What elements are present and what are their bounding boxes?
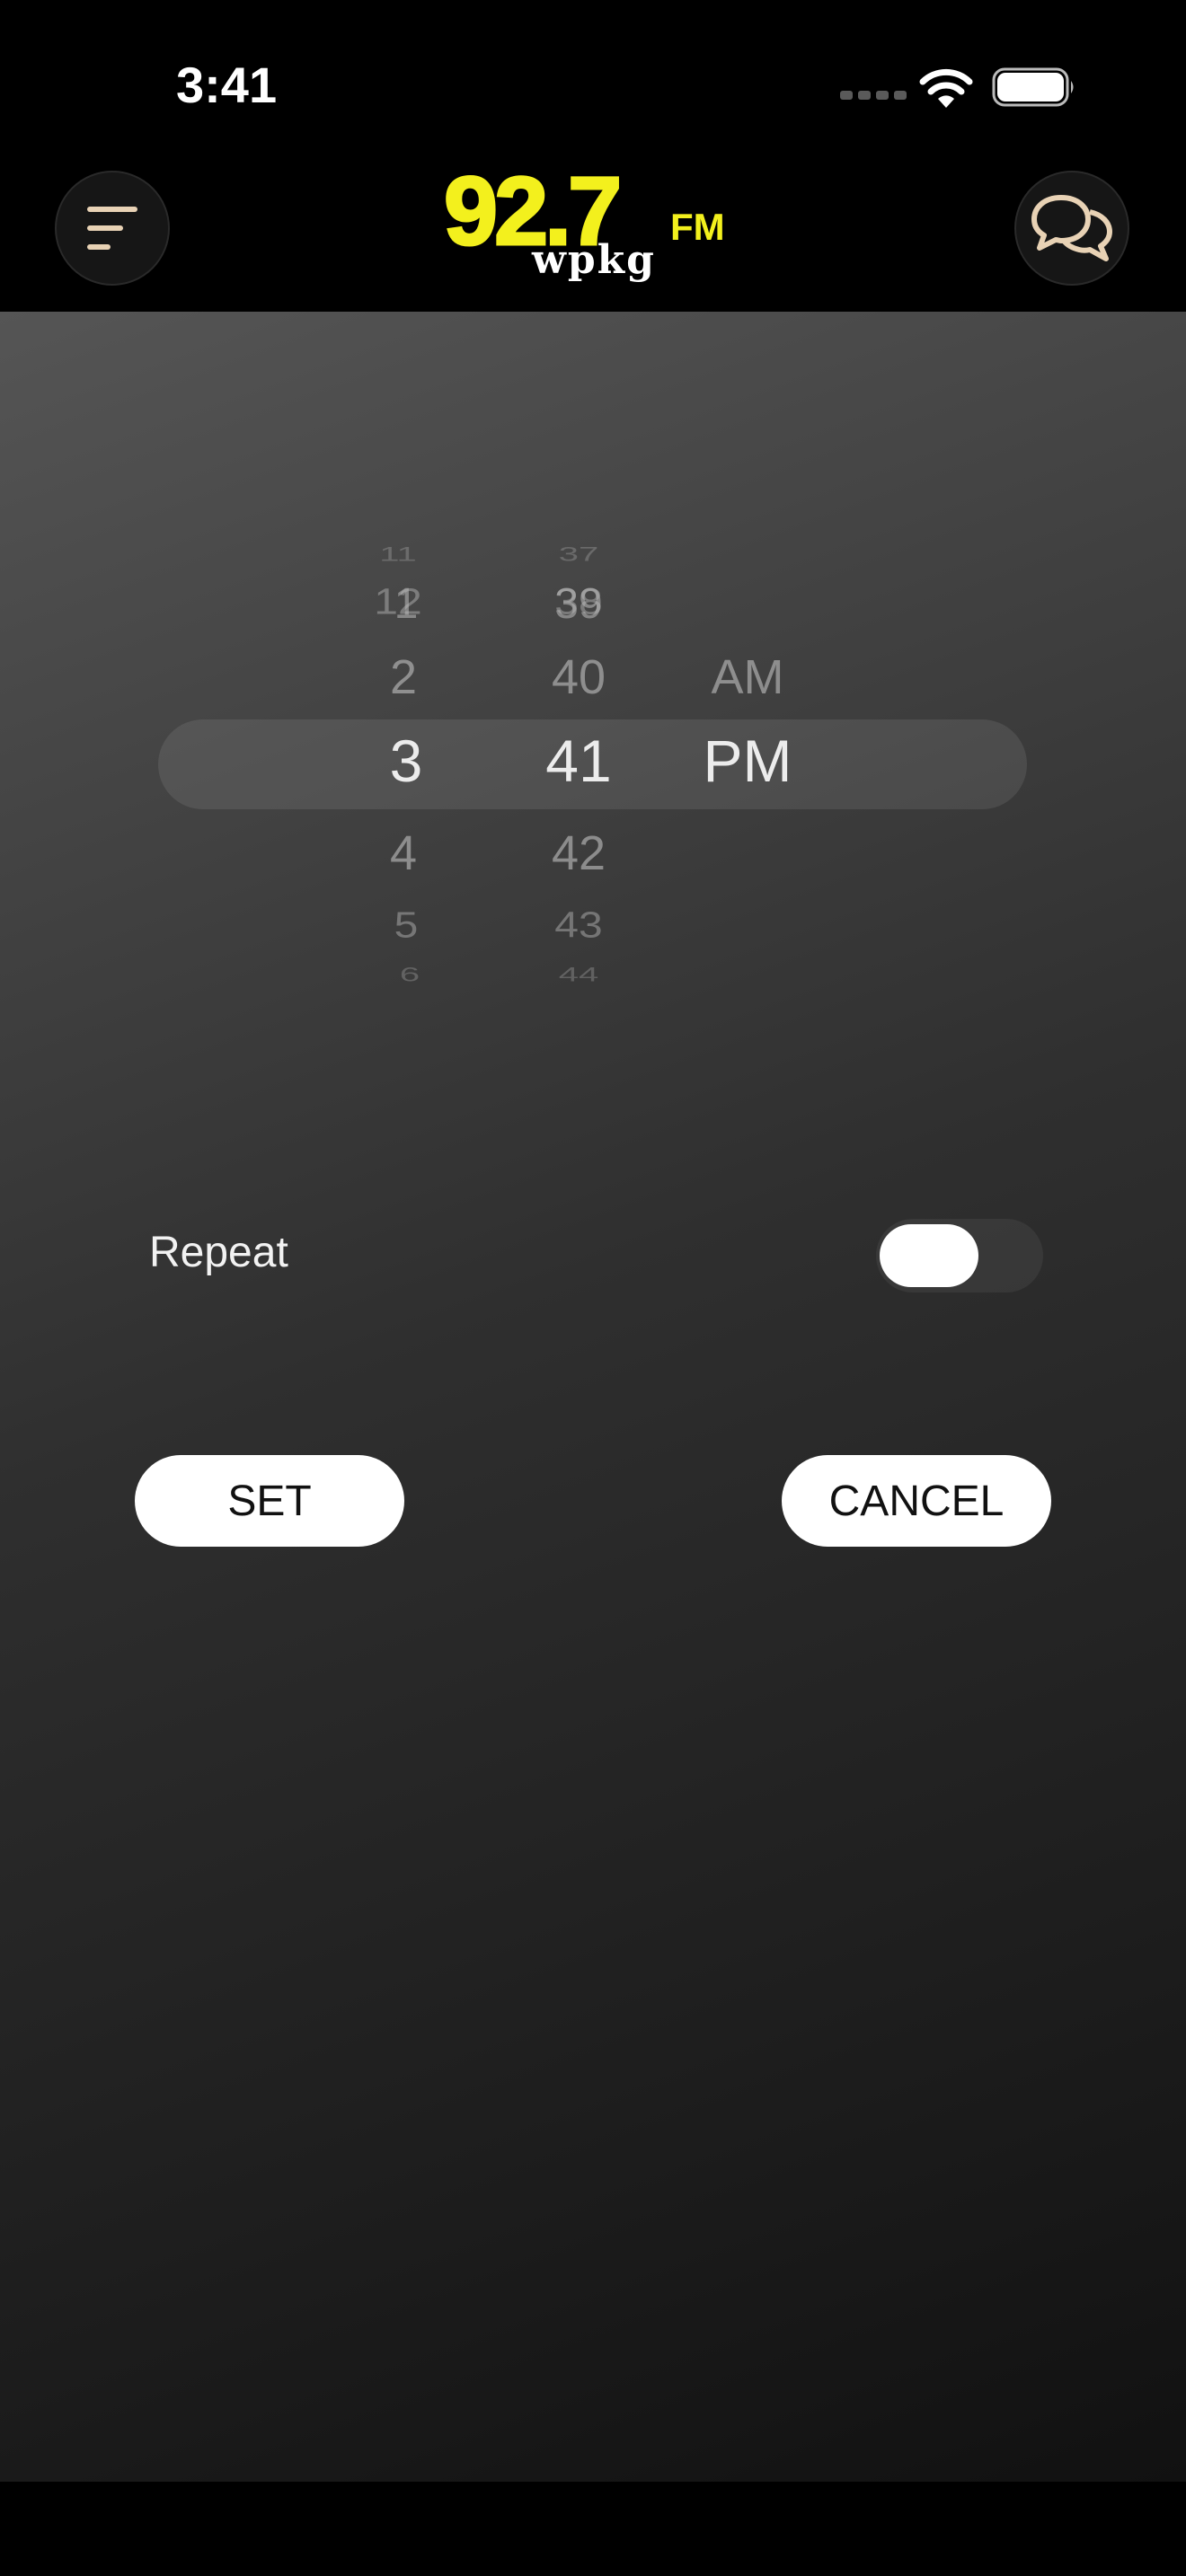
logo-band: FM (670, 206, 725, 248)
hour-option: 5 (394, 904, 419, 947)
hour-option: 2 (389, 650, 418, 704)
logo-callsign: wpkg (531, 237, 656, 283)
alarm-panel: 11 12 1 2 3 4 5 6 37 38 39 40 41 42 43 4… (0, 312, 1186, 2482)
hour-option: 11 (379, 543, 417, 566)
minute-option: 37 (558, 543, 599, 566)
repeat-toggle[interactable] (876, 1219, 1043, 1292)
chat-button[interactable] (1014, 171, 1129, 286)
menu-button[interactable] (55, 171, 170, 286)
minute-option: 43 (554, 904, 603, 947)
hour-option: 6 (399, 964, 420, 986)
wifi-icon (919, 68, 973, 108)
cellular-signal-icon (840, 91, 907, 100)
app-header: 92.7 FM wpkg (0, 163, 1186, 312)
status-time: 3:41 (176, 57, 278, 113)
minute-option: 42 (551, 826, 606, 880)
status-bar: 3:41 (0, 0, 1186, 171)
chat-icon (1031, 195, 1112, 261)
hour-selected: 3 (389, 728, 423, 794)
station-logo: 92.7 FM wpkg (444, 163, 725, 283)
period-selected: PM (703, 728, 792, 794)
minute-selected: 41 (545, 728, 612, 794)
period-option: AM (711, 650, 784, 704)
minute-option: 40 (551, 650, 606, 704)
battery-icon (992, 67, 1074, 107)
toggle-knob (880, 1224, 978, 1287)
repeat-label: Repeat (149, 1229, 288, 1276)
set-button[interactable]: SET (135, 1455, 404, 1547)
minute-option: 39 (554, 580, 603, 628)
menu-icon (87, 207, 137, 250)
minute-option: 44 (558, 964, 599, 986)
cancel-button[interactable]: CANCEL (782, 1455, 1051, 1547)
hour-option: 4 (389, 826, 418, 880)
bottom-bar (0, 2482, 1186, 2576)
hour-option: 1 (394, 580, 419, 628)
